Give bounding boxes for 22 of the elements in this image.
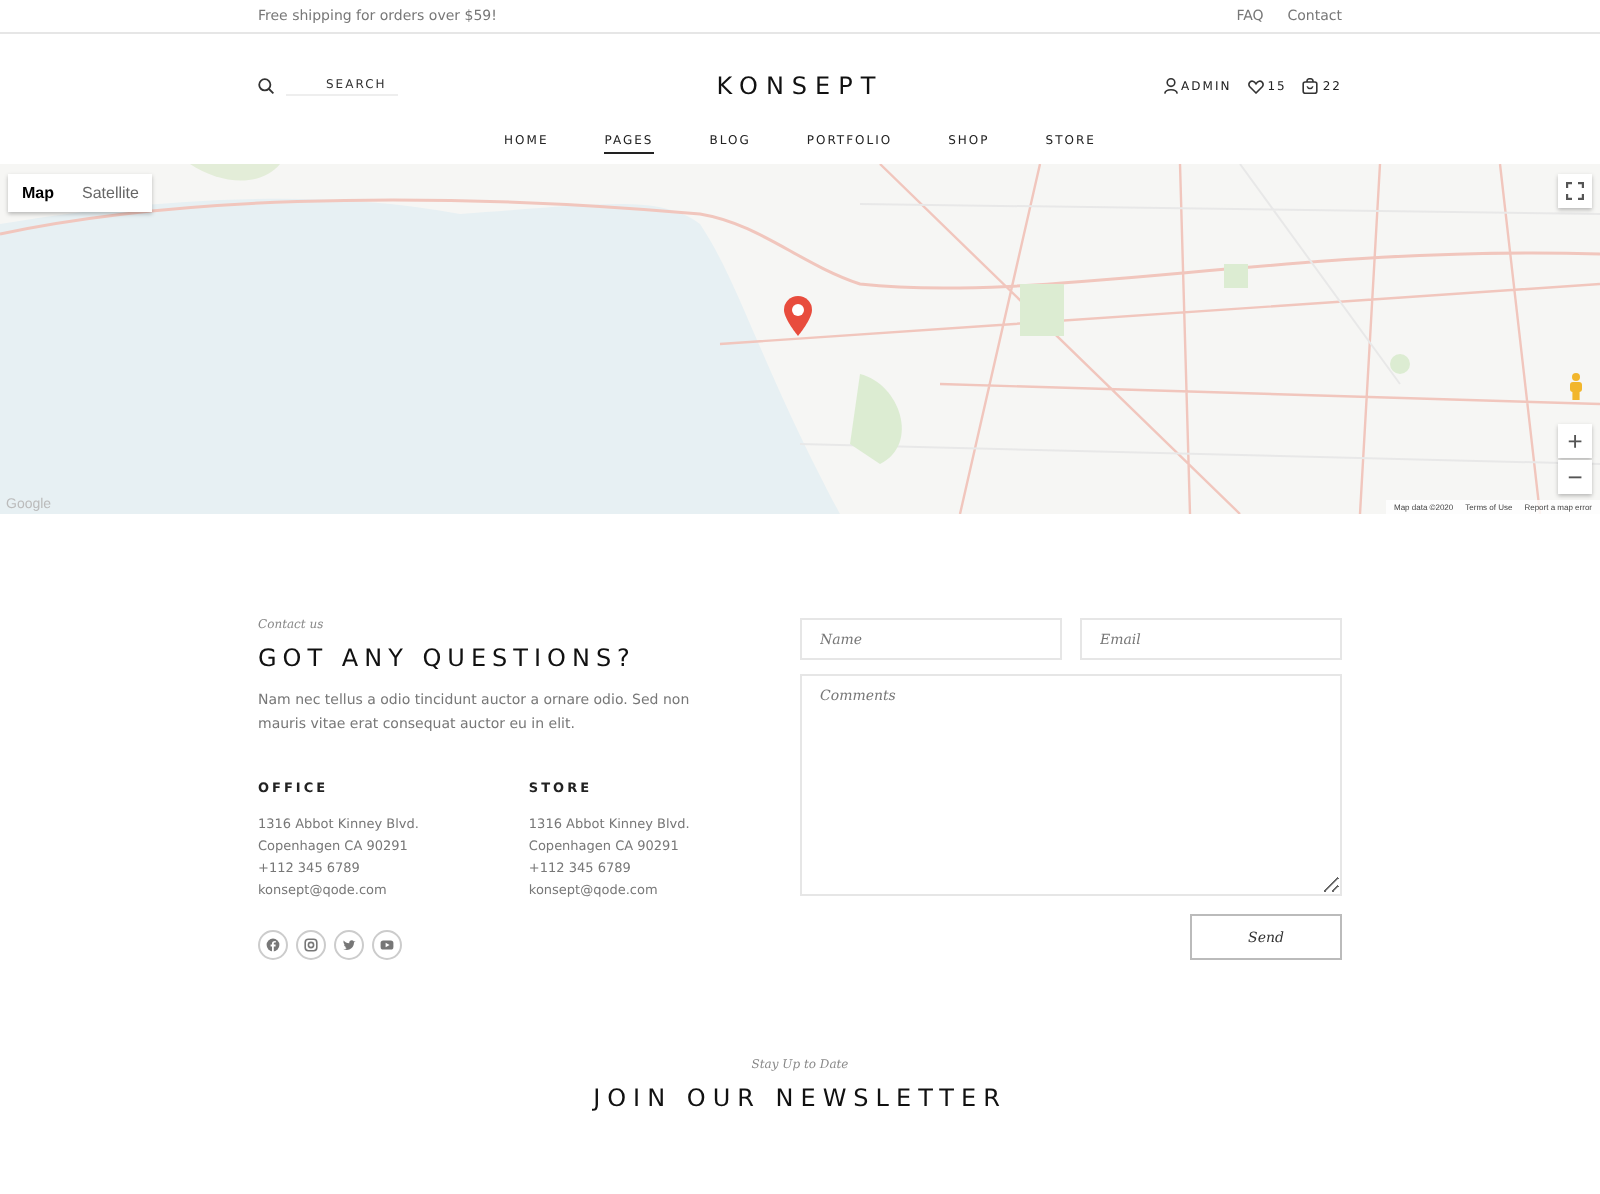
social-link[interactable] [334, 930, 364, 960]
fullscreen-button[interactable] [1558, 174, 1592, 208]
youtube-icon [380, 938, 394, 952]
map-type-tab[interactable]: Map [8, 174, 68, 212]
zoom-out-button[interactable]: − [1558, 460, 1592, 494]
user-icon[interactable] [1163, 78, 1178, 94]
social-link[interactable] [258, 930, 288, 960]
instagram-icon [304, 938, 318, 952]
social-link[interactable] [296, 930, 326, 960]
search-icon[interactable] [258, 78, 274, 94]
facebook-icon [266, 938, 280, 952]
social-link[interactable] [372, 930, 402, 960]
section-title: GOT ANY QUESTIONS? [258, 644, 638, 672]
location-pin-icon [782, 294, 814, 338]
zoom-in-button[interactable]: + [1558, 424, 1592, 458]
bag-icon[interactable] [1302, 78, 1319, 94]
heart-icon[interactable] [1247, 79, 1264, 93]
section-title: JOIN OUR NEWSLETTER [593, 1084, 1007, 1112]
twitter-icon [342, 938, 356, 952]
map-type-tab[interactable]: Satellite [68, 174, 153, 212]
fullscreen-icon [1566, 182, 1584, 200]
logo[interactable]: KONSEPT [716, 72, 884, 100]
